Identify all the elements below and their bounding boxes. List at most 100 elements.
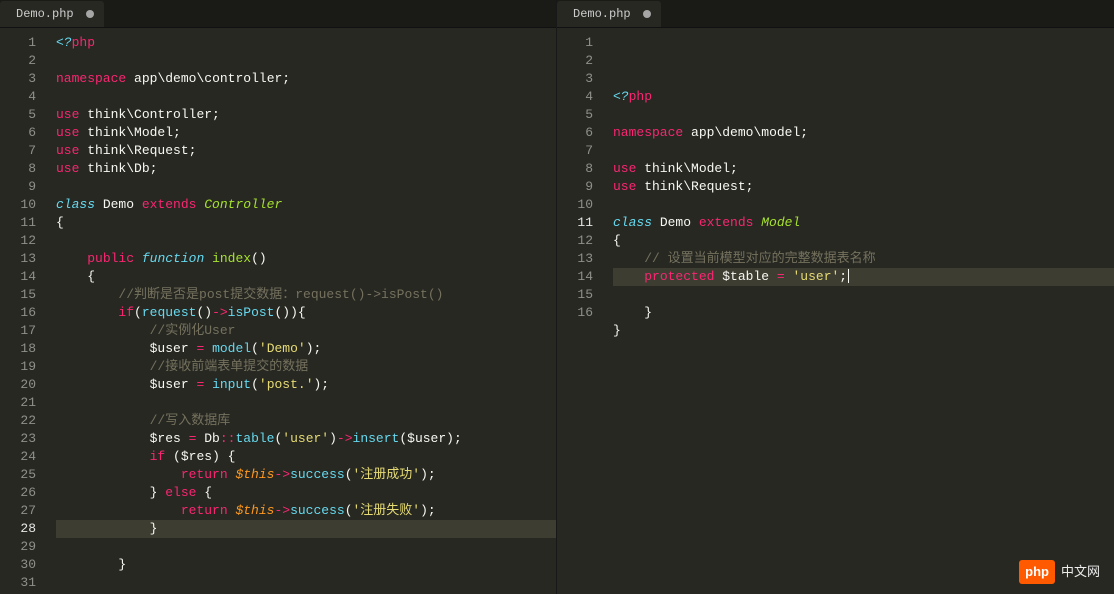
line-number: 11 <box>0 214 36 232</box>
code-line[interactable] <box>56 52 556 70</box>
code-line[interactable]: } <box>56 556 556 574</box>
line-number: 2 <box>557 52 593 70</box>
line-number: 30 <box>0 556 36 574</box>
code-line[interactable]: //判断是否是post提交数据：request()->isPost() <box>56 286 556 304</box>
code-line[interactable]: use think\Db; <box>56 160 556 178</box>
editor-pane-right: Demo.php 12345678910111213141516 php 中文网… <box>557 0 1114 594</box>
editor-left[interactable]: 1234567891011121314151617181920212223242… <box>0 28 556 594</box>
line-number: 8 <box>0 160 36 178</box>
line-number: 29 <box>0 538 36 556</box>
code-line[interactable]: { <box>613 232 1114 250</box>
tab-left-file[interactable]: Demo.php <box>0 1 104 27</box>
code-line[interactable]: } <box>56 520 556 538</box>
code-line[interactable]: { <box>56 268 556 286</box>
editor-right[interactable]: 12345678910111213141516 php 中文网 <?phpnam… <box>557 28 1114 594</box>
line-number: 26 <box>0 484 36 502</box>
code-line[interactable]: if(request()->isPost()){ <box>56 304 556 322</box>
code-line[interactable]: namespace app\demo\model; <box>613 124 1114 142</box>
code-line[interactable]: $user = model('Demo'); <box>56 340 556 358</box>
code-area-left[interactable]: <?php namespace app\demo\controller; use t… <box>48 28 556 594</box>
line-number: 28 <box>0 520 36 538</box>
code-line[interactable]: use think\Request; <box>613 178 1114 196</box>
code-line[interactable] <box>613 196 1114 214</box>
tab-right-file[interactable]: Demo.php <box>557 1 661 27</box>
code-line[interactable] <box>56 538 556 556</box>
line-number: 4 <box>0 88 36 106</box>
tab-bar-left: Demo.php <box>0 0 556 28</box>
dirty-indicator-icon <box>86 10 94 18</box>
code-line[interactable]: <?php <box>56 34 556 52</box>
line-number: 7 <box>0 142 36 160</box>
code-line[interactable]: } else { <box>56 484 556 502</box>
code-line[interactable] <box>56 574 556 592</box>
code-line[interactable] <box>56 232 556 250</box>
line-number: 16 <box>0 304 36 322</box>
line-number: 13 <box>0 250 36 268</box>
tab-label: Demo.php <box>16 7 74 21</box>
code-line[interactable] <box>613 286 1114 304</box>
dirty-indicator-icon <box>643 10 651 18</box>
line-number: 15 <box>557 286 593 304</box>
line-number: 16 <box>557 304 593 322</box>
line-number: 31 <box>0 574 36 592</box>
code-line[interactable]: if ($res) { <box>56 448 556 466</box>
code-line[interactable]: class Demo extends Controller <box>56 196 556 214</box>
line-number: 2 <box>0 52 36 70</box>
line-number: 25 <box>0 466 36 484</box>
code-line[interactable]: <?php <box>613 88 1114 106</box>
code-area-right[interactable]: php 中文网 <?php namespace app\demo\model; us… <box>605 28 1114 594</box>
code-line[interactable] <box>613 142 1114 160</box>
watermark: php 中文网 <box>1019 560 1100 584</box>
code-line[interactable]: $user = input('post.'); <box>56 376 556 394</box>
code-line[interactable]: use think\Model; <box>56 124 556 142</box>
line-number: 1 <box>0 34 36 52</box>
code-line[interactable]: //接收前端表单提交的数据 <box>56 358 556 376</box>
code-line[interactable] <box>613 106 1114 124</box>
code-line[interactable] <box>613 340 1114 358</box>
line-number: 13 <box>557 250 593 268</box>
code-line[interactable]: } <box>613 304 1114 322</box>
code-line[interactable]: use think\Controller; <box>56 106 556 124</box>
line-number: 10 <box>557 196 593 214</box>
code-line[interactable]: return $this->success('注册成功'); <box>56 466 556 484</box>
line-number: 8 <box>557 160 593 178</box>
code-line[interactable]: { <box>56 214 556 232</box>
line-number: 18 <box>0 340 36 358</box>
code-line[interactable] <box>56 88 556 106</box>
code-line[interactable] <box>613 358 1114 376</box>
code-line[interactable]: } <box>613 322 1114 340</box>
code-line[interactable]: class Demo extends Model <box>613 214 1114 232</box>
line-number: 12 <box>0 232 36 250</box>
code-line[interactable]: $res = Db::table('user')->insert($user); <box>56 430 556 448</box>
line-number: 9 <box>0 178 36 196</box>
watermark-text: 中文网 <box>1061 563 1100 581</box>
line-number: 4 <box>557 88 593 106</box>
line-number: 1 <box>557 34 593 52</box>
line-number: 22 <box>0 412 36 430</box>
line-number: 6 <box>0 124 36 142</box>
line-number-gutter: 1234567891011121314151617181920212223242… <box>0 28 48 594</box>
line-number: 10 <box>0 196 36 214</box>
line-number: 9 <box>557 178 593 196</box>
line-number: 11 <box>557 214 593 232</box>
line-number: 6 <box>557 124 593 142</box>
code-line[interactable]: protected $table = 'user'; <box>613 268 1114 286</box>
line-number: 12 <box>557 232 593 250</box>
code-line[interactable]: //实例化User <box>56 322 556 340</box>
code-line[interactable] <box>56 394 556 412</box>
code-line[interactable]: // 设置当前模型对应的完整数据表名称 <box>613 250 1114 268</box>
line-number: 3 <box>0 70 36 88</box>
code-line[interactable]: public function index() <box>56 250 556 268</box>
code-line[interactable]: return $this->success('注册失败'); <box>56 502 556 520</box>
code-line[interactable]: //写入数据库 <box>56 412 556 430</box>
tab-label: Demo.php <box>573 7 631 21</box>
code-line[interactable]: use think\Model; <box>613 160 1114 178</box>
line-number: 20 <box>0 376 36 394</box>
tab-bar-right: Demo.php <box>557 0 1114 28</box>
code-line[interactable] <box>56 178 556 196</box>
line-number: 15 <box>0 286 36 304</box>
code-line[interactable]: use think\Request; <box>56 142 556 160</box>
line-number-gutter: 12345678910111213141516 <box>557 28 605 594</box>
code-line[interactable]: namespace app\demo\controller; <box>56 70 556 88</box>
line-number: 27 <box>0 502 36 520</box>
